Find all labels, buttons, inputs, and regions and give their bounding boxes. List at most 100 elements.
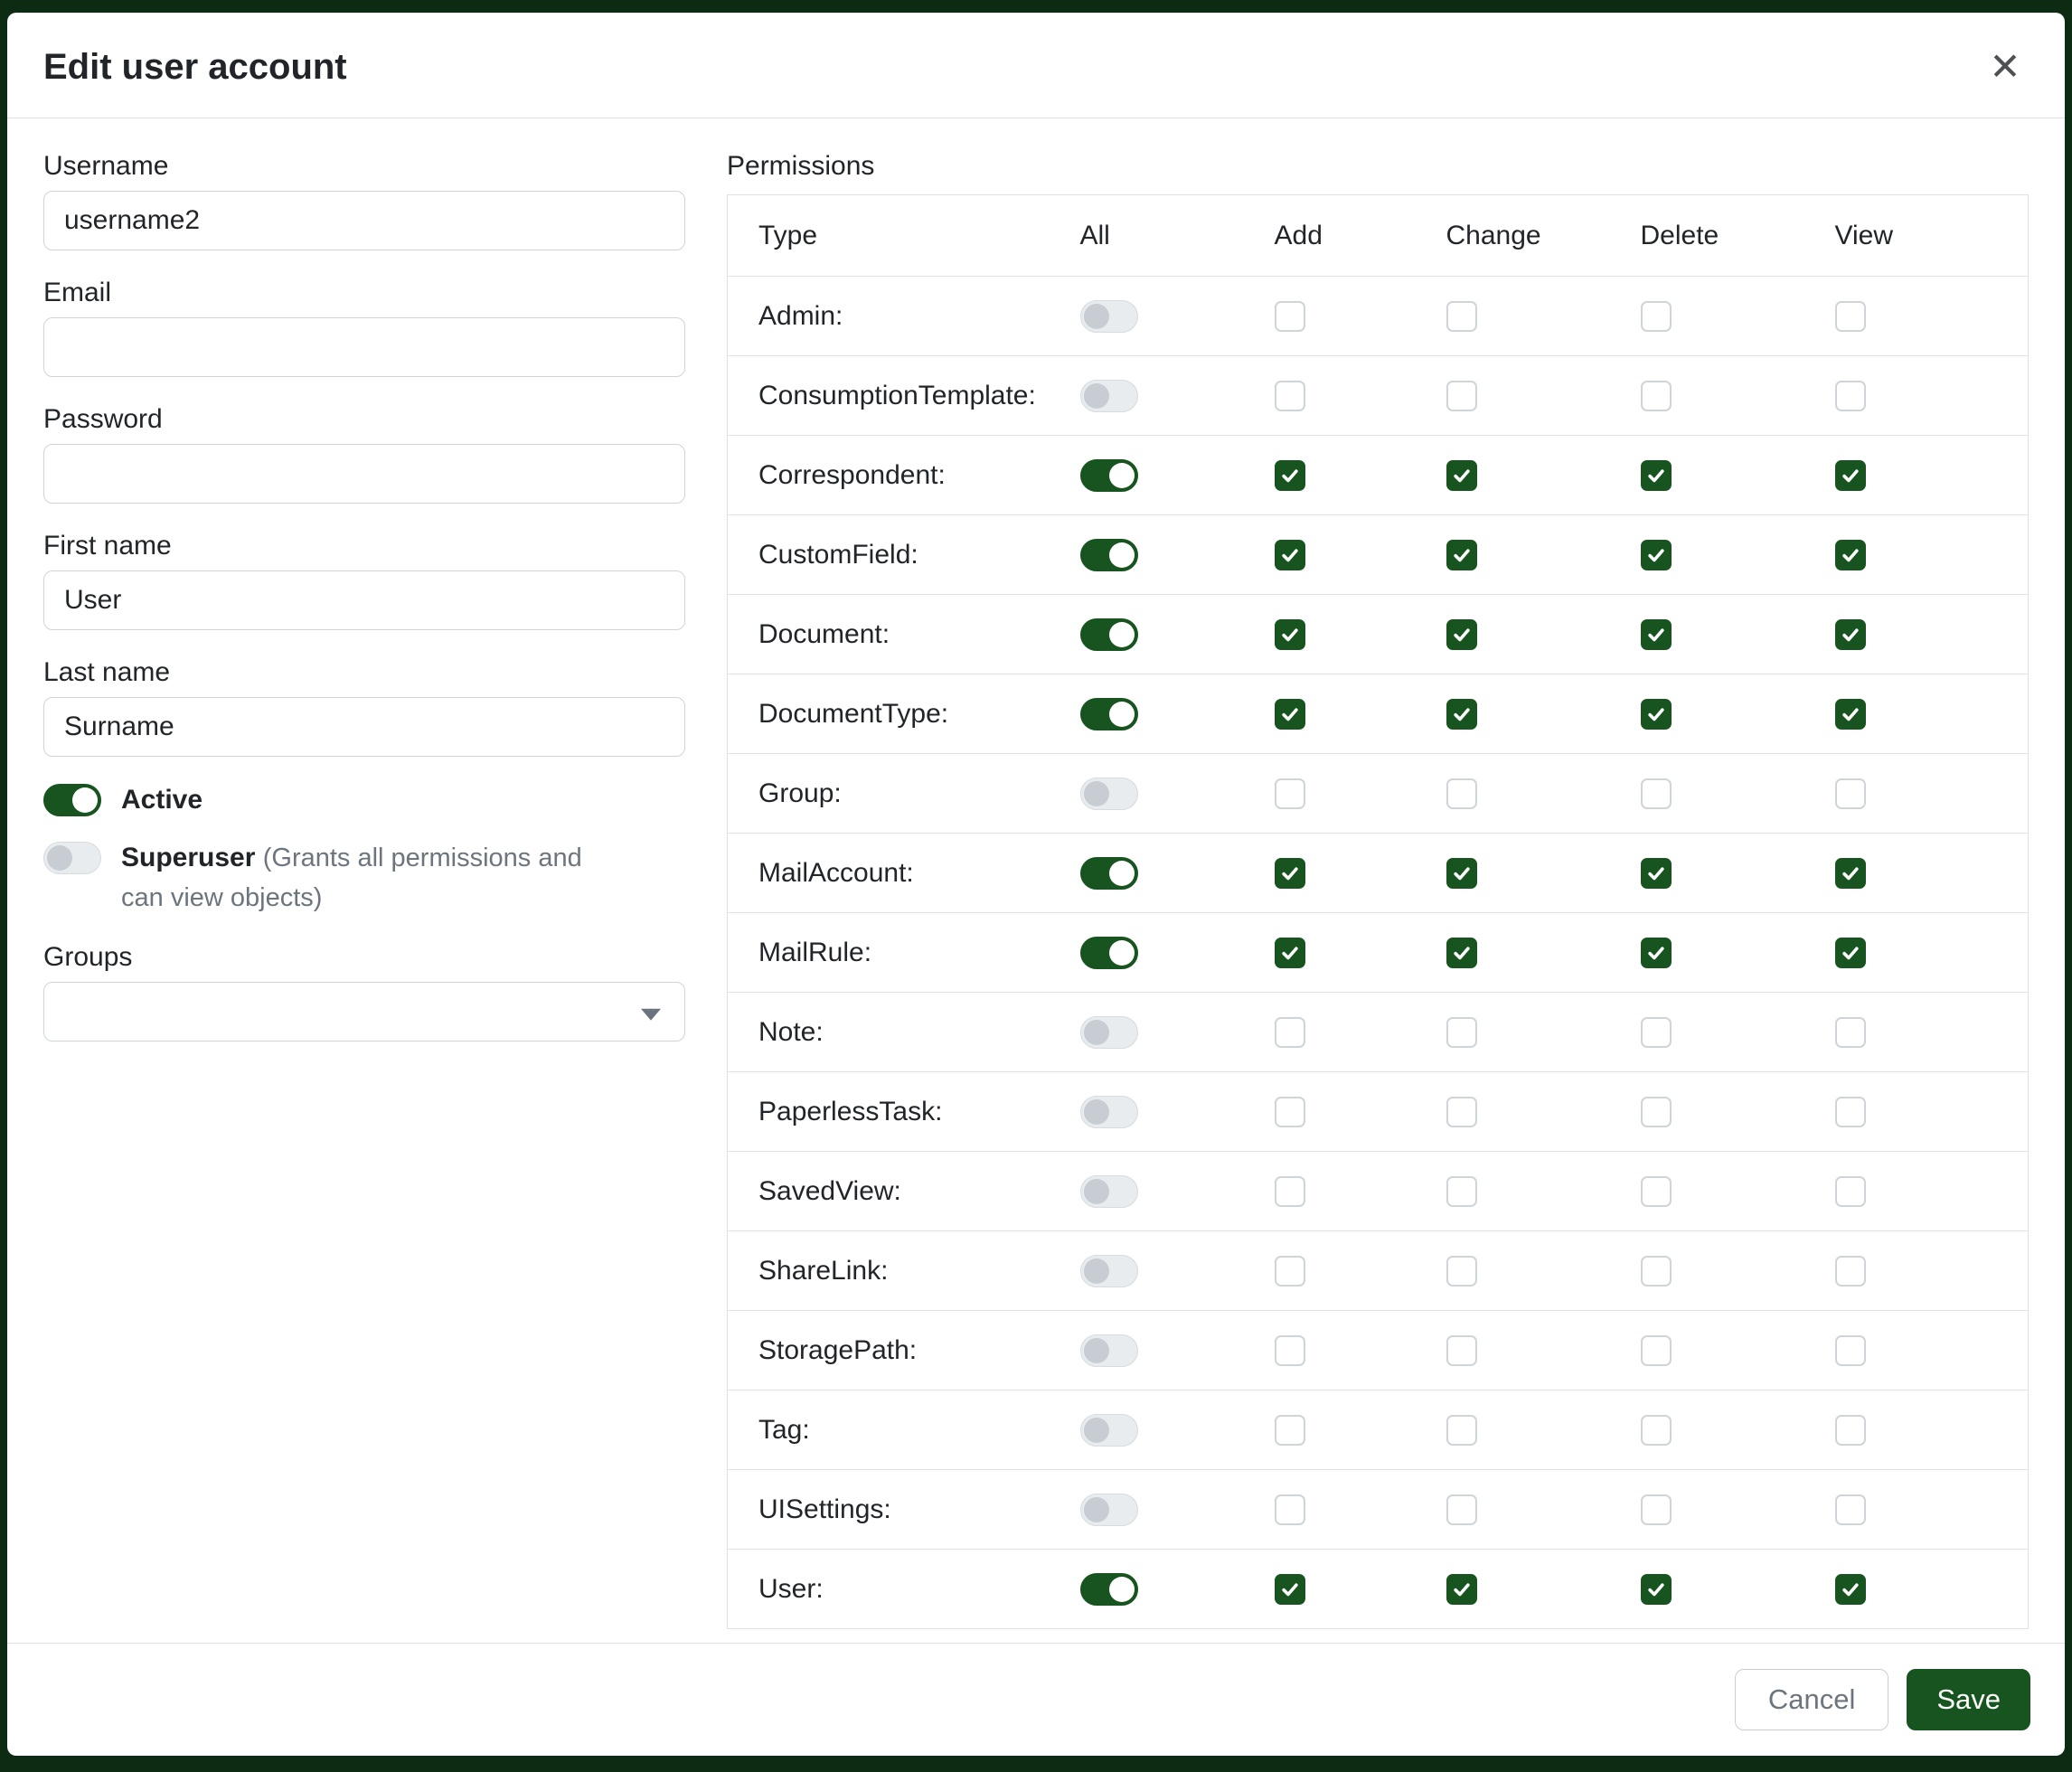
perm-change-checkbox[interactable] [1446, 619, 1477, 650]
perm-add-checkbox[interactable] [1275, 1335, 1305, 1366]
save-button[interactable]: Save [1907, 1669, 2030, 1730]
perm-view-checkbox[interactable] [1835, 1335, 1866, 1366]
perm-delete-checkbox[interactable] [1641, 778, 1672, 809]
perm-view-checkbox[interactable] [1835, 1017, 1866, 1048]
perm-add-checkbox[interactable] [1275, 619, 1305, 650]
perm-view-checkbox[interactable] [1835, 699, 1866, 730]
perm-add-checkbox[interactable] [1275, 858, 1305, 889]
perm-all-toggle[interactable] [1080, 1255, 1138, 1287]
perm-view-checkbox[interactable] [1835, 1176, 1866, 1207]
perm-change-checkbox[interactable] [1446, 1176, 1477, 1207]
perm-delete-checkbox[interactable] [1641, 1494, 1672, 1525]
perm-view-checkbox[interactable] [1835, 381, 1866, 411]
perm-add-checkbox[interactable] [1275, 540, 1305, 570]
perm-delete-checkbox[interactable] [1641, 619, 1672, 650]
perm-all-toggle[interactable] [1080, 300, 1138, 333]
perm-add-checkbox[interactable] [1275, 1415, 1305, 1446]
perm-add-checkbox[interactable] [1275, 1017, 1305, 1048]
perm-add-checkbox[interactable] [1275, 778, 1305, 809]
perm-change-checkbox[interactable] [1446, 778, 1477, 809]
perm-view-checkbox[interactable] [1835, 619, 1866, 650]
perm-change-checkbox[interactable] [1446, 699, 1477, 730]
perm-view-checkbox[interactable] [1835, 938, 1866, 968]
perm-change-checkbox[interactable] [1446, 540, 1477, 570]
perm-all-toggle[interactable] [1080, 1096, 1138, 1128]
perm-view-checkbox[interactable] [1835, 858, 1866, 889]
perm-all-toggle[interactable] [1080, 380, 1138, 412]
perm-all-toggle[interactable] [1080, 698, 1138, 730]
perm-delete-checkbox[interactable] [1641, 1574, 1672, 1605]
perm-all-toggle[interactable] [1080, 618, 1138, 651]
perm-all-toggle[interactable] [1080, 1334, 1138, 1367]
first-name-field[interactable] [43, 570, 685, 630]
perm-all-toggle[interactable] [1080, 937, 1138, 969]
perm-view-checkbox[interactable] [1835, 460, 1866, 491]
perm-add-checkbox[interactable] [1275, 938, 1305, 968]
last-name-field[interactable] [43, 697, 685, 757]
perm-add-checkbox[interactable] [1275, 1574, 1305, 1605]
perm-add-checkbox[interactable] [1275, 1097, 1305, 1127]
perm-delete-checkbox[interactable] [1641, 938, 1672, 968]
perm-delete-checkbox[interactable] [1641, 1097, 1672, 1127]
perm-change-checkbox[interactable] [1446, 1415, 1477, 1446]
superuser-toggle[interactable] [43, 842, 101, 874]
perm-change-checkbox[interactable] [1446, 1017, 1477, 1048]
perm-change-checkbox[interactable] [1446, 381, 1477, 411]
permission-row: Correspondent: [728, 436, 2029, 515]
perm-delete-checkbox[interactable] [1641, 858, 1672, 889]
perm-change-checkbox[interactable] [1446, 1256, 1477, 1287]
perm-add-checkbox[interactable] [1275, 460, 1305, 491]
perm-all-toggle[interactable] [1080, 778, 1138, 810]
close-icon[interactable]: ✕ [1982, 43, 2029, 90]
perm-delete-checkbox[interactable] [1641, 1017, 1672, 1048]
perm-change-checkbox[interactable] [1446, 1335, 1477, 1366]
perm-all-toggle[interactable] [1080, 459, 1138, 492]
perm-all-toggle[interactable] [1080, 1175, 1138, 1208]
modal-title: Edit user account [43, 47, 347, 88]
perm-all-toggle[interactable] [1080, 1016, 1138, 1049]
perm-change-checkbox[interactable] [1446, 1574, 1477, 1605]
perm-all-toggle[interactable] [1080, 539, 1138, 571]
perm-delete-checkbox[interactable] [1641, 1176, 1672, 1207]
perm-add-checkbox[interactable] [1275, 381, 1305, 411]
perm-view-checkbox[interactable] [1835, 1574, 1866, 1605]
perm-delete-checkbox[interactable] [1641, 1415, 1672, 1446]
perm-delete-checkbox[interactable] [1641, 699, 1672, 730]
perm-change-checkbox[interactable] [1446, 938, 1477, 968]
cancel-button[interactable]: Cancel [1735, 1669, 1889, 1730]
perm-delete-checkbox[interactable] [1641, 381, 1672, 411]
perm-add-checkbox[interactable] [1275, 1494, 1305, 1525]
groups-select[interactable] [43, 982, 685, 1042]
perm-delete-checkbox[interactable] [1641, 540, 1672, 570]
perm-view-checkbox[interactable] [1835, 1415, 1866, 1446]
perm-view-checkbox[interactable] [1835, 540, 1866, 570]
perm-delete-checkbox[interactable] [1641, 460, 1672, 491]
perm-delete-checkbox[interactable] [1641, 301, 1672, 332]
perm-change-checkbox[interactable] [1446, 460, 1477, 491]
perm-view-checkbox[interactable] [1835, 778, 1866, 809]
perm-change-checkbox[interactable] [1446, 1097, 1477, 1127]
toggle-knob [1084, 1179, 1109, 1204]
perm-view-checkbox[interactable] [1835, 301, 1866, 332]
password-field[interactable] [43, 444, 685, 504]
email-field[interactable] [43, 317, 685, 377]
perm-view-checkbox[interactable] [1835, 1256, 1866, 1287]
perm-all-toggle[interactable] [1080, 1494, 1138, 1526]
perm-all-toggle[interactable] [1080, 1573, 1138, 1606]
perm-delete-checkbox[interactable] [1641, 1256, 1672, 1287]
perm-all-toggle[interactable] [1080, 1414, 1138, 1447]
perm-view-checkbox[interactable] [1835, 1097, 1866, 1127]
perm-add-checkbox[interactable] [1275, 1256, 1305, 1287]
permissions-panel: Permissions Type All Add Change Delete V… [727, 151, 2029, 1643]
perm-delete-checkbox[interactable] [1641, 1335, 1672, 1366]
perm-change-checkbox[interactable] [1446, 1494, 1477, 1525]
perm-change-checkbox[interactable] [1446, 301, 1477, 332]
perm-add-checkbox[interactable] [1275, 699, 1305, 730]
perm-change-checkbox[interactable] [1446, 858, 1477, 889]
active-toggle[interactable] [43, 784, 101, 816]
perm-view-checkbox[interactable] [1835, 1494, 1866, 1525]
perm-add-checkbox[interactable] [1275, 301, 1305, 332]
perm-add-checkbox[interactable] [1275, 1176, 1305, 1207]
username-input[interactable] [43, 191, 685, 250]
perm-all-toggle[interactable] [1080, 857, 1138, 890]
